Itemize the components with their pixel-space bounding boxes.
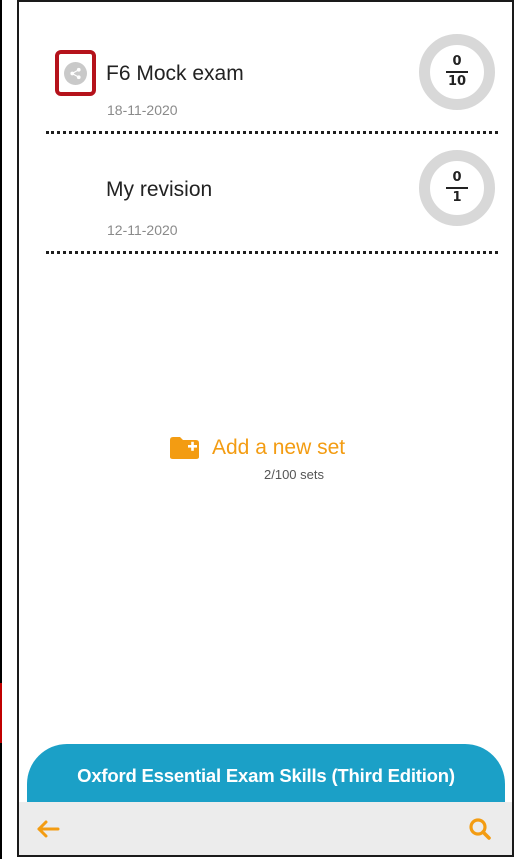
book-title-banner[interactable]: Oxford Essential Exam Skills (Third Edit… (27, 744, 505, 802)
back-button[interactable] (34, 816, 64, 842)
set-date: 18-11-2020 (107, 102, 178, 118)
score-total: 1 (452, 189, 462, 205)
share-icon (64, 61, 87, 85)
set-title: F6 Mock exam (106, 62, 244, 85)
add-new-set-button[interactable]: Add a new set (169, 436, 345, 460)
bottom-toolbar (19, 802, 512, 855)
score-ring: 0 10 (419, 34, 495, 110)
set-item-f6-mock-exam[interactable]: F6 Mock exam 18-11-2020 0 10 (19, 2, 512, 118)
search-button[interactable] (467, 816, 493, 842)
score-ring: 0 1 (419, 150, 495, 226)
folder-add-icon (169, 436, 200, 460)
score-value: 0 (452, 54, 462, 70)
score-value: 0 (452, 170, 462, 186)
side-marker (0, 683, 2, 743)
sets-count: 2/100 sets (264, 467, 324, 482)
screen: F6 Mock exam 18-11-2020 0 10 My revision… (0, 0, 516, 859)
fraction-bar (446, 187, 468, 189)
score-total: 10 (447, 73, 467, 89)
share-button[interactable] (55, 50, 96, 96)
arrow-left-icon (37, 820, 60, 838)
fraction-bar (446, 71, 468, 73)
search-icon (469, 818, 491, 840)
add-set-label: Add a new set (212, 436, 346, 459)
set-title: My revision (106, 178, 213, 201)
divider (46, 251, 498, 254)
app-window: F6 Mock exam 18-11-2020 0 10 My revision… (17, 0, 514, 857)
set-date: 12-11-2020 (107, 222, 178, 238)
set-item-my-revision[interactable]: My revision 12-11-2020 0 1 (19, 118, 512, 238)
